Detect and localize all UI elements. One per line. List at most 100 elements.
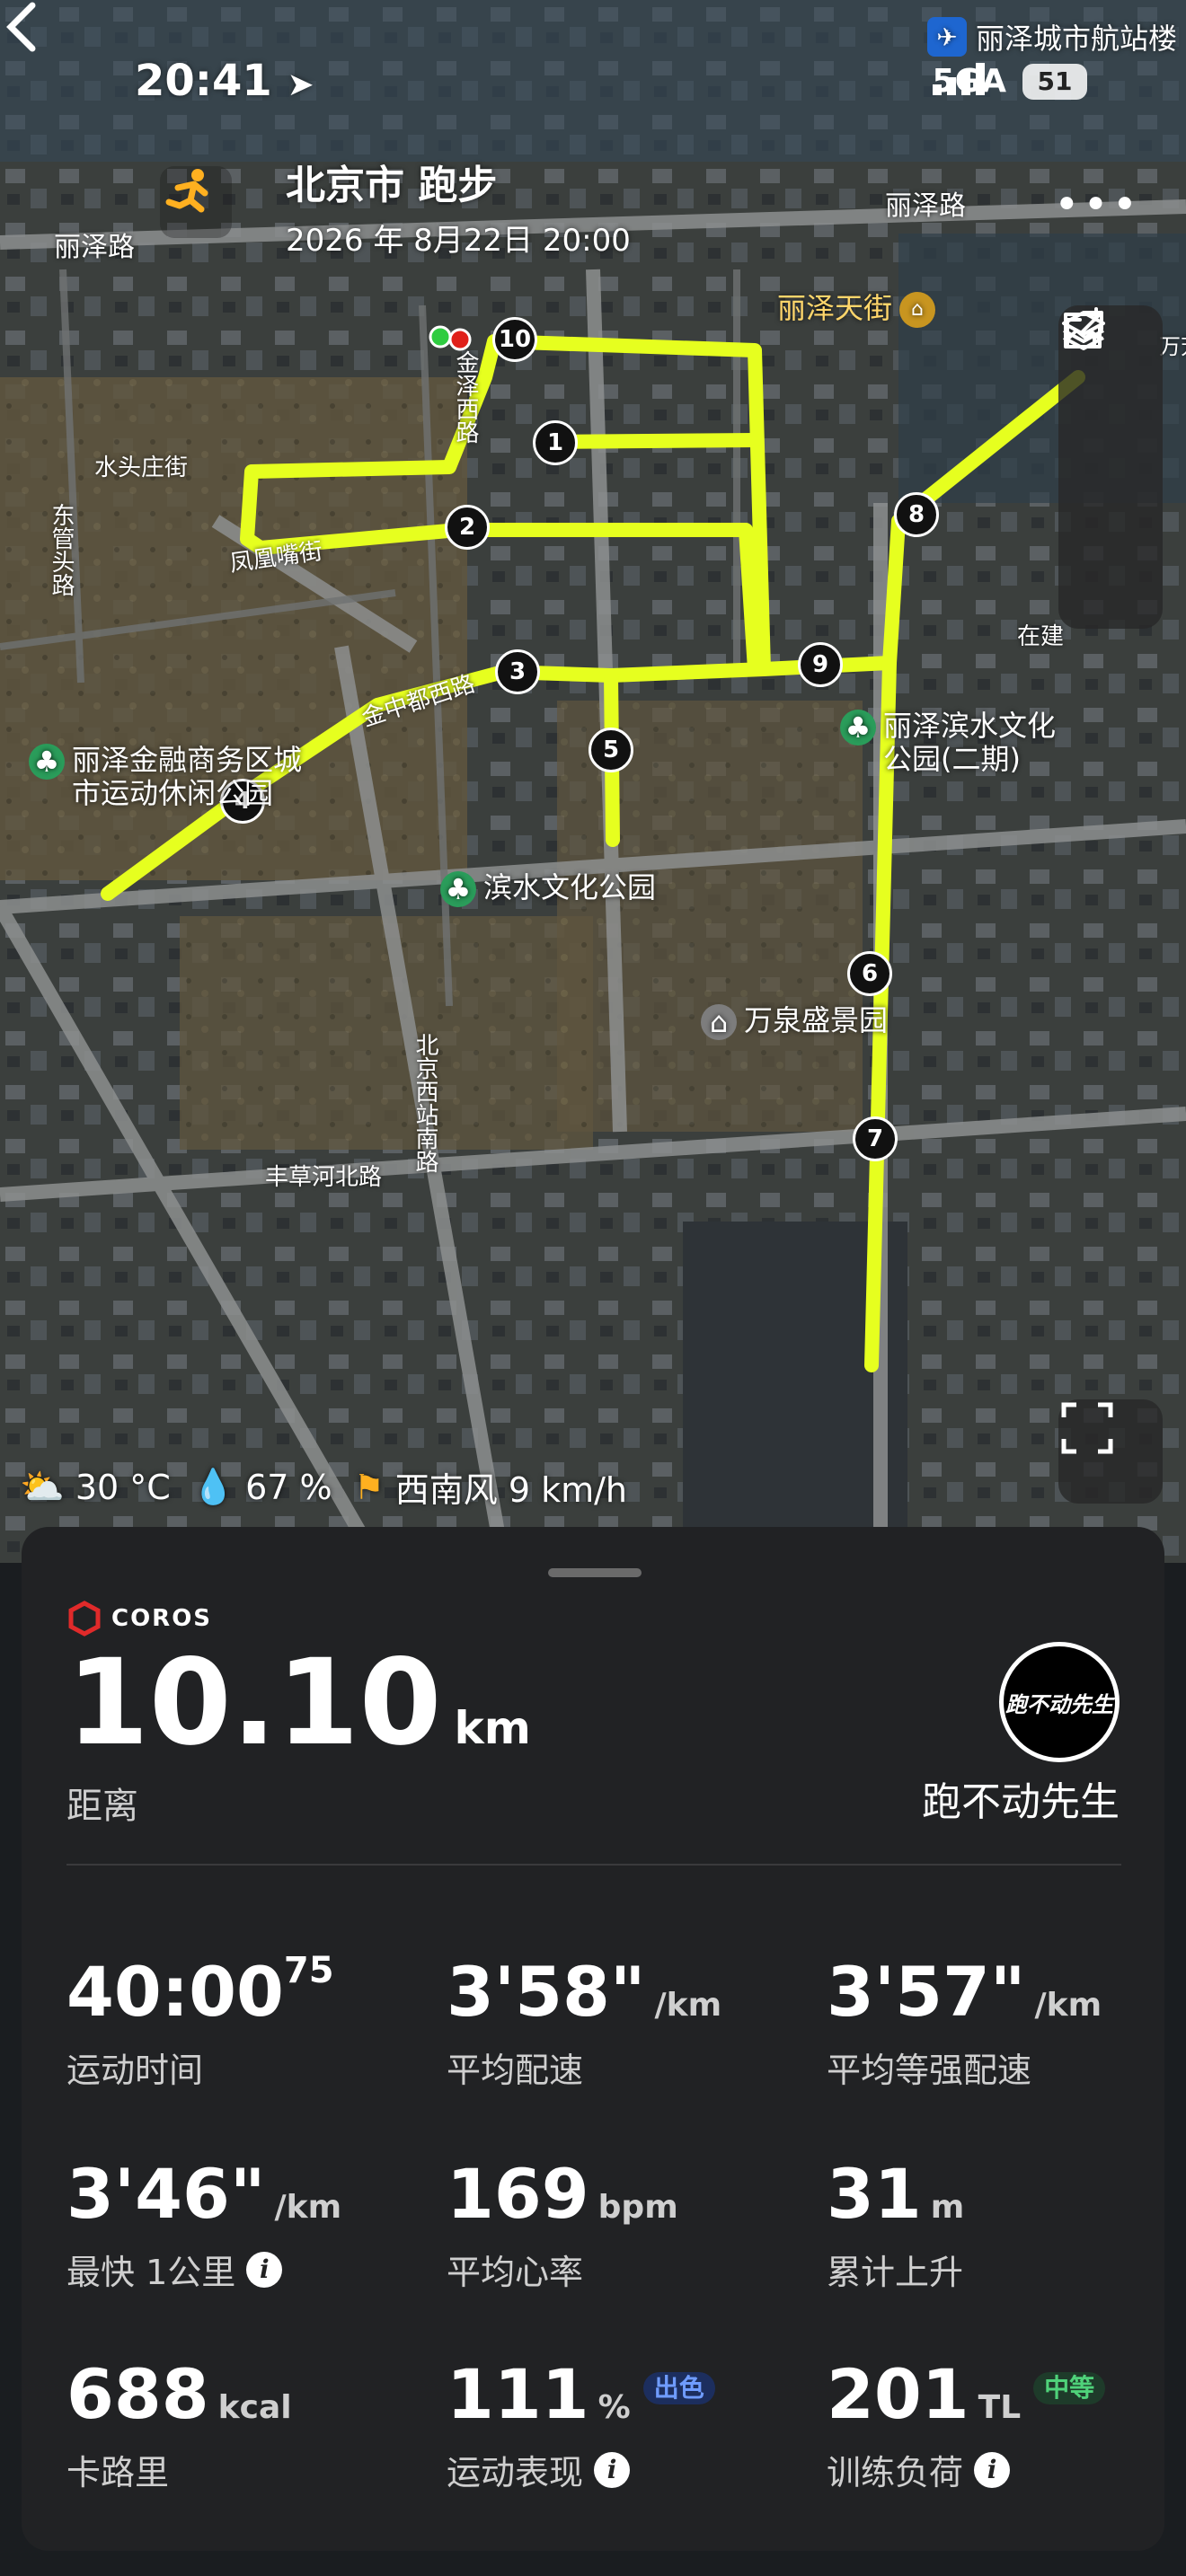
stat-item: 111 %出色 运动表现 i — [447, 2360, 806, 2494]
stat-value: 688 kcal — [66, 2360, 426, 2429]
stat-label: 最快 1公里 — [66, 2253, 236, 2292]
stat-label-row: 平均心率 — [447, 2245, 806, 2294]
stat-number: 3'57" — [827, 1952, 1026, 2032]
road-label: 东管头路 — [48, 503, 75, 596]
poi-lize-binshui-park[interactable]: ♣ 丽泽滨水文化公园(二期) — [840, 710, 1083, 776]
stat-unit: TL — [978, 2389, 1022, 2426]
temperature: ⛅ 30 °C — [20, 1467, 171, 1508]
route-map[interactable]: 1 2 3 4 5 6 7 8 9 10 丽泽路 丽泽路 水头庄街 东管头路 凤凰嘴街 金泽西路 … — [0, 0, 1186, 1563]
km-marker[interactable]: 2 — [445, 505, 490, 550]
stat-item: 31 m 累计上升 — [827, 2160, 1186, 2294]
avatar[interactable]: 跑不动先生 — [999, 1642, 1120, 1762]
distance-label: 距离 — [66, 1786, 138, 1827]
stat-label-row: 最快 1公里 i — [66, 2245, 426, 2294]
poi-lize-tianjie[interactable]: 丽泽天街 ⌂ — [777, 292, 936, 328]
stat-label: 卡路里 — [66, 2453, 170, 2492]
stat-unit: /km — [274, 2189, 342, 2226]
stat-number: 40:00 — [66, 1952, 284, 2032]
stat-value: 201 TL中等 — [827, 2360, 1186, 2429]
water-drop-icon: 💧 — [191, 1467, 235, 1506]
stat-unit: m — [930, 2189, 965, 2226]
shopping-bag-icon: ⌂ — [899, 292, 936, 328]
status-time: 20:41 ➤ — [135, 56, 314, 106]
stat-number: 169 — [447, 2154, 589, 2234]
stat-item: 201 TL中等训练负荷 i — [827, 2360, 1186, 2494]
park-icon: ♣ — [840, 710, 876, 745]
stat-label: 平均等强配速 — [827, 2051, 1032, 2090]
km-marker[interactable]: 1 — [533, 420, 578, 465]
stat-label: 平均配速 — [447, 2051, 584, 2090]
road-label: 丽泽路 — [54, 232, 135, 263]
add-photo-icon[interactable] — [1058, 305, 1109, 356]
page-title: 北京市 跑步 — [286, 163, 498, 208]
poi-wanquan[interactable]: ⌂ 万泉盛景园 — [701, 1004, 888, 1040]
divider — [66, 1864, 1121, 1866]
location-arrow-icon: ➤ — [287, 66, 314, 103]
stat-item: 3'57"/km 平均等强配速 — [827, 1958, 1186, 2092]
map-tools — [1058, 305, 1163, 629]
km-marker[interactable]: 3 — [495, 649, 540, 694]
stat-label-row: 卡路里 — [66, 2445, 426, 2494]
battery-icon: 51 — [1022, 63, 1087, 100]
stat-value: 3'58"/km — [447, 1958, 806, 2026]
stat-label: 运动时间 — [66, 2051, 204, 2090]
km-marker[interactable]: 8 — [894, 492, 939, 537]
distance-unit: km — [454, 1702, 531, 1754]
stat-value: 31 m — [827, 2160, 1186, 2228]
stat-label-row: 训练负荷 i — [827, 2445, 1186, 2494]
stat-number: 111 — [447, 2354, 589, 2434]
signal-icon — [932, 63, 985, 95]
km-marker[interactable]: 9 — [798, 642, 843, 687]
user-nickname: 跑不动先生 — [922, 1779, 1120, 1825]
stat-value: 111 %出色 — [447, 2360, 806, 2429]
stat-unit: % — [597, 2389, 631, 2426]
poi-binshui-park[interactable]: ♣ 滨水文化公园 — [440, 871, 656, 907]
stat-item: 688 kcal 卡路里 — [66, 2360, 426, 2494]
stat-unit: /km — [654, 1987, 722, 2024]
stat-label-row: 平均等强配速 — [827, 2042, 1186, 2092]
road-label: 丽泽路 — [885, 190, 966, 222]
stat-item: 169 bpm 平均心率 — [447, 2160, 806, 2294]
info-icon[interactable]: i — [594, 2451, 631, 2488]
fullscreen-button[interactable] — [1058, 1399, 1163, 1504]
info-icon[interactable]: i — [974, 2451, 1011, 2488]
km-marker[interactable]: 10 — [492, 317, 537, 362]
status-indicators: 5GA 51 — [932, 63, 1087, 100]
stat-number: 31 — [827, 2154, 922, 2234]
stat-value: 3'46"/km — [66, 2160, 426, 2228]
stat-hundredths: 75 — [283, 1950, 334, 1991]
drag-handle[interactable] — [548, 1568, 642, 1577]
running-activity-icon — [160, 166, 232, 238]
wind-flag-icon: ⚑ — [353, 1467, 385, 1507]
poi-lize-finance-park[interactable]: ♣ 丽泽金融商务区城市运动休闲公园 — [29, 744, 325, 810]
more-options-icon[interactable]: ••• — [1054, 180, 1141, 230]
stat-unit: kcal — [217, 2389, 292, 2426]
partly-cloudy-icon: ⛅ — [20, 1467, 65, 1508]
poi-under-construction: 在建 — [1017, 623, 1065, 650]
km-marker[interactable]: 6 — [847, 951, 892, 996]
stat-number: 3'46" — [66, 2154, 266, 2234]
km-marker[interactable]: 7 — [853, 1116, 898, 1161]
weather-bar: ⛅ 30 °C 💧 67 % ⚑ 西南风 9 km/h — [20, 1462, 627, 1512]
stat-item: 3'46"/km 最快 1公里 i — [66, 2160, 426, 2294]
stat-value: 169 bpm — [447, 2160, 806, 2228]
stat-number: 201 — [827, 2354, 969, 2434]
stat-unit: bpm — [597, 2189, 678, 2226]
coros-logo-icon — [68, 1601, 101, 1636]
info-icon[interactable]: i — [246, 2251, 283, 2288]
stat-value: 40:0075 — [66, 1953, 426, 2026]
km-marker[interactable]: 5 — [589, 728, 633, 772]
back-arrow-icon[interactable] — [0, 0, 45, 54]
stat-label-row: 累计上升 — [827, 2245, 1186, 2294]
stat-item: 40:0075 运动时间 — [66, 1953, 426, 2092]
stat-label-row: 运动时间 — [66, 2042, 426, 2092]
stat-label: 平均心率 — [447, 2253, 584, 2292]
stat-label: 训练负荷 — [827, 2453, 964, 2492]
stat-item: 3'58"/km 平均配速 — [447, 1958, 806, 2092]
activity-summary-panel[interactable]: COROS 10.10 km 距离 跑不动先生 跑不动先生 40:0075 运动时间… — [22, 1527, 1164, 2551]
airport-label[interactable]: ✈ 丽泽城市航站楼 — [926, 16, 1177, 57]
stat-label: 累计上升 — [827, 2253, 964, 2292]
humidity: 💧 67 % — [191, 1467, 332, 1507]
activity-datetime: 2026 年 8月22日 20:00 — [286, 223, 631, 259]
road-label: 丰草河北路 — [265, 1164, 383, 1191]
